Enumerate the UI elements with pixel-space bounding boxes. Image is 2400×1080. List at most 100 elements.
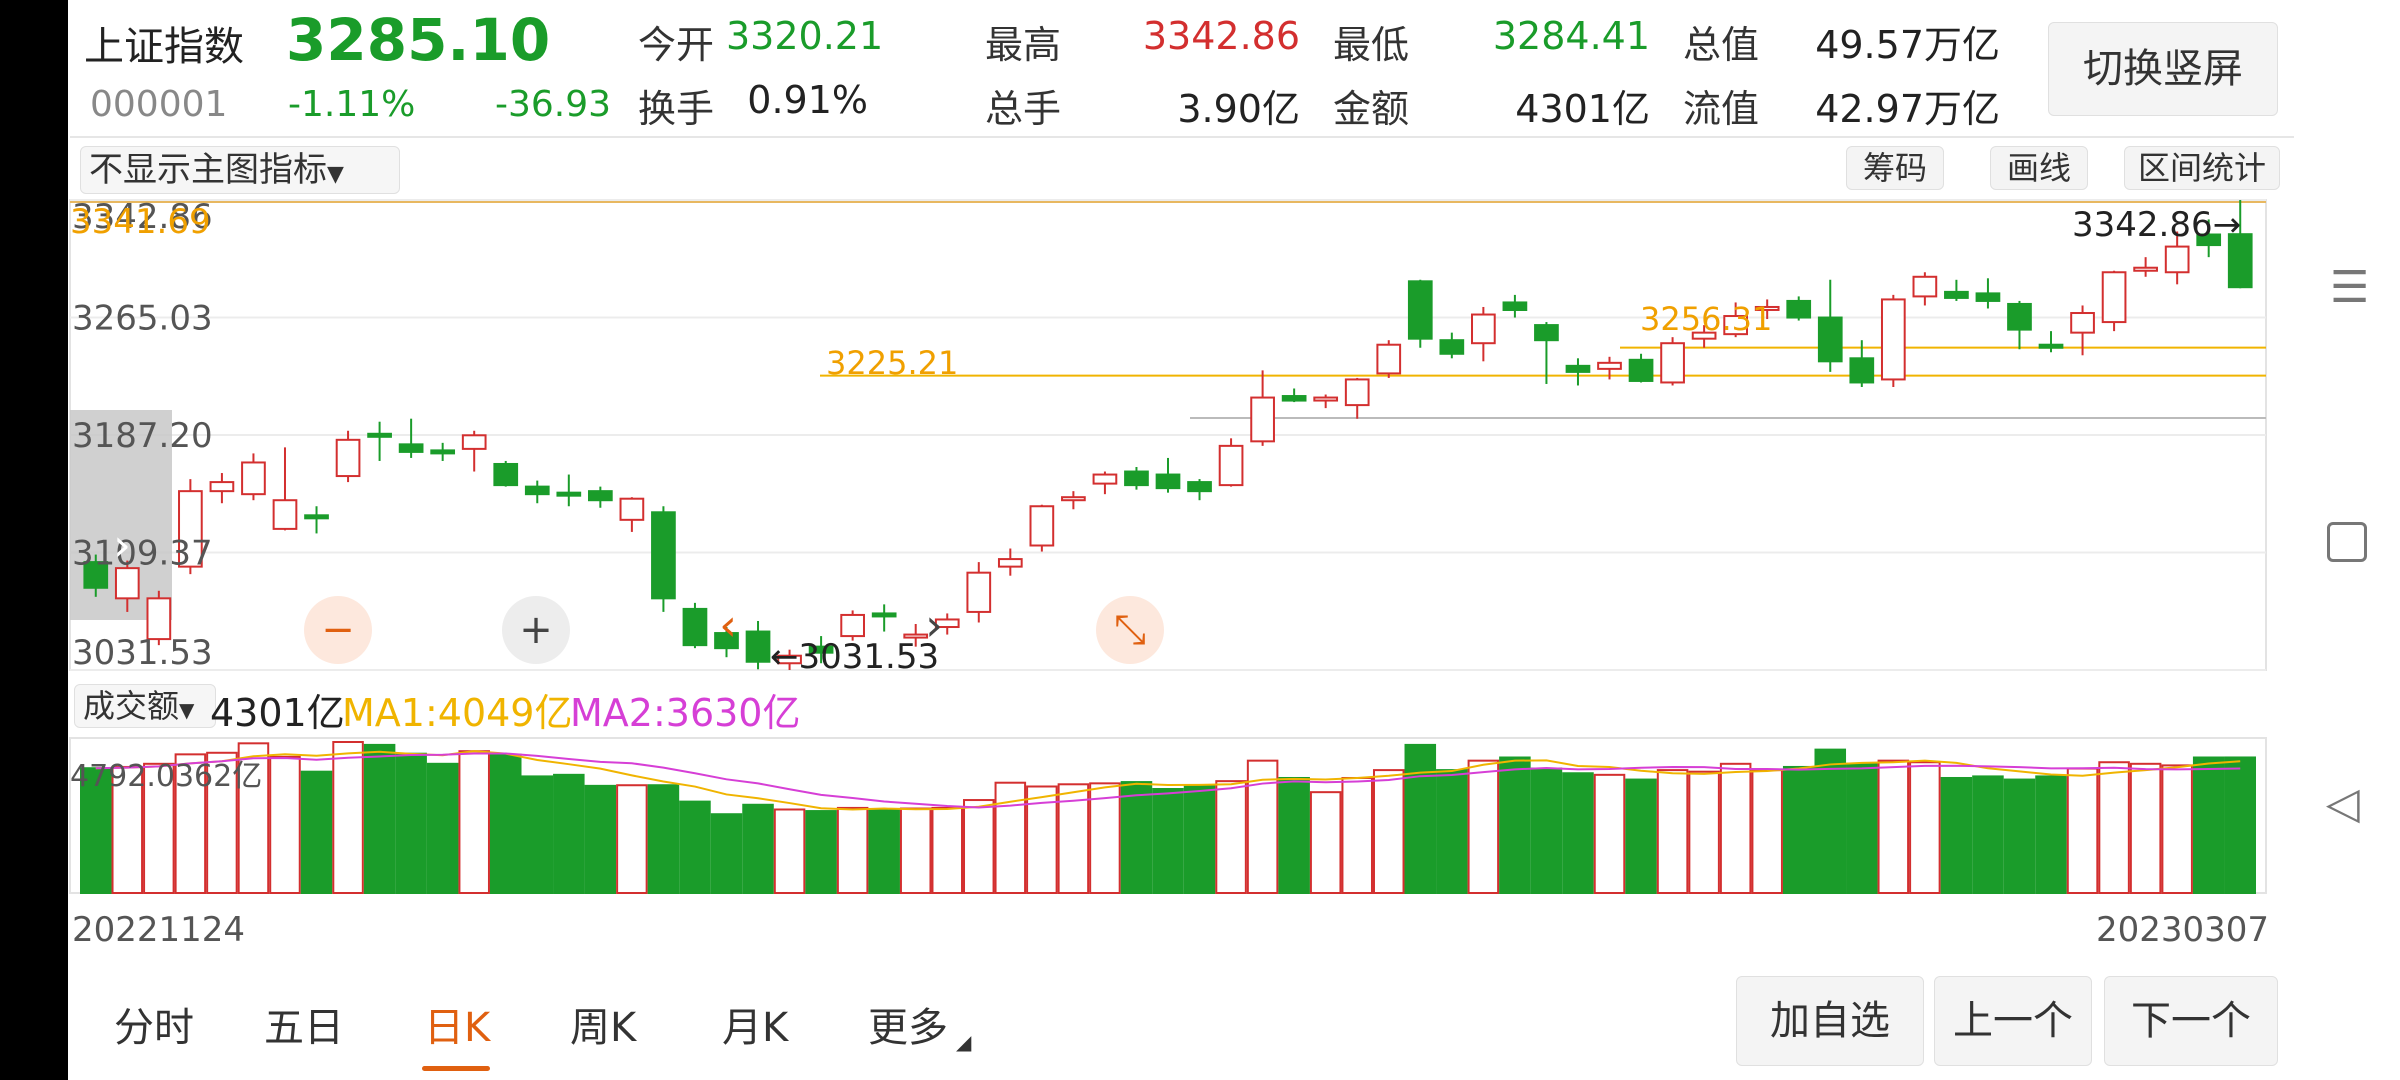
volume-bar [647,784,680,895]
volume-bar [1940,776,1973,895]
tab-0[interactable]: 分时 [114,995,194,1053]
start-date: 20221124 [72,910,246,950]
price-axis-label: 3031.53 [72,633,213,673]
volume-bar [489,753,522,894]
scroll-left-icon: ‹ [719,600,737,651]
candle-body [1849,357,1875,384]
candle-body [840,613,865,638]
volume-bar [773,808,806,894]
volume-bar [269,755,301,894]
volume-bar [1341,776,1373,895]
price-axis-label: 3265.03 [72,299,213,339]
volume-bar [2035,775,2067,894]
candle-body [1975,292,2001,302]
volume-bar [1814,748,1847,894]
volume-bar [1372,769,1405,894]
candle-body [1944,290,1969,299]
volume-select[interactable]: 成交额▼ [74,684,216,728]
zoom-in-icon-symbol: + [519,607,553,653]
volume-bar [1215,780,1247,894]
volume-bar [584,784,617,894]
candle-body [1597,361,1622,370]
candle-body [997,558,1023,568]
candle-body [966,571,992,613]
candle-body [587,490,613,502]
high-marker: 3342.86→ [2072,205,2241,245]
volume-bar [1120,781,1153,894]
volume-bar [836,806,869,895]
chevron-down-icon: ▼ [179,698,195,722]
volume-bar [2161,764,2193,894]
volume-bar [458,750,490,894]
volume-bar [1719,762,1752,894]
menu-icon[interactable]: ☰ [2330,262,2369,313]
kline-chart[interactable]: 3342.863265.033187.203109.373031.533341.… [0,0,2400,1080]
volume-bar [332,741,364,894]
volume-bar [1309,791,1342,895]
candle-body [2038,343,2064,349]
volume-bar [616,784,648,895]
zoom-out-icon-symbol: − [321,607,355,653]
volume-bar [553,773,585,894]
tab-2[interactable]: 日K [424,995,490,1053]
volume-ma2: MA2:3630亿 [570,691,801,735]
candle-body [1817,316,1843,363]
candle-body [1376,343,1402,375]
square-icon[interactable] [2327,522,2367,562]
tab-3[interactable]: 周K [570,995,636,1053]
volume-bar [1404,743,1437,894]
volume-bar [2066,767,2099,895]
more-corner-icon: ◢ [956,1030,972,1054]
volume-ma1: MA1:4049亿 [342,691,573,735]
candle-body [1407,280,1433,340]
candle-body [1534,324,1559,342]
candle-body [651,511,676,600]
volume-bar [300,770,333,895]
volume-bar [1782,765,1815,895]
volume-bar [2192,756,2225,895]
back-icon[interactable]: ◁ [2326,778,2360,829]
volume-bar [1152,788,1184,894]
volume-bar [395,752,427,895]
volume-bar [1656,769,1689,894]
candle-body [1218,444,1244,487]
low-marker: ←3031.53 [770,637,939,677]
candle-body [745,630,771,663]
candle-body [1786,299,1812,319]
end-date: 20230307 [2096,910,2270,950]
candle-body [2133,266,2158,272]
volume-bar [679,800,711,894]
candle-body [493,462,519,487]
candle-body [1565,364,1591,373]
previous-button[interactable]: 上一个 [1934,976,2092,1066]
volume-bar [2224,756,2257,894]
candle-body [430,449,456,455]
candle-body [367,432,392,438]
candle-body [619,497,645,521]
tab-1[interactable]: 五日 [264,995,344,1053]
candle-body [398,443,424,453]
volume-bar [1625,778,1657,894]
candle-body [1628,358,1654,382]
volume-axis-max: 4792.0362亿 [70,759,262,794]
candle-body [556,491,582,497]
volume-bar [1278,776,1310,895]
candle-body [461,434,487,450]
volume-bar [521,775,554,894]
tab-5[interactable]: 更多 [868,995,948,1053]
candle-body [1281,395,1307,402]
volume-bar [1909,761,1941,895]
volume-bar [426,762,459,894]
next-button[interactable]: 下一个 [2104,976,2278,1066]
add-watchlist-button[interactable]: 加自选 [1736,976,1924,1066]
volume-bar [1530,767,1563,895]
candle-body [1880,298,1906,381]
candle-body [272,499,298,530]
volume-bar [1877,759,1910,894]
tab-4[interactable]: 月K [722,995,788,1053]
volume-bar [2098,761,2130,895]
candle-body [304,514,329,520]
candle-body [1660,342,1685,384]
volume-bar [1436,769,1468,894]
level-label-3225: 3225.21 [826,344,958,382]
